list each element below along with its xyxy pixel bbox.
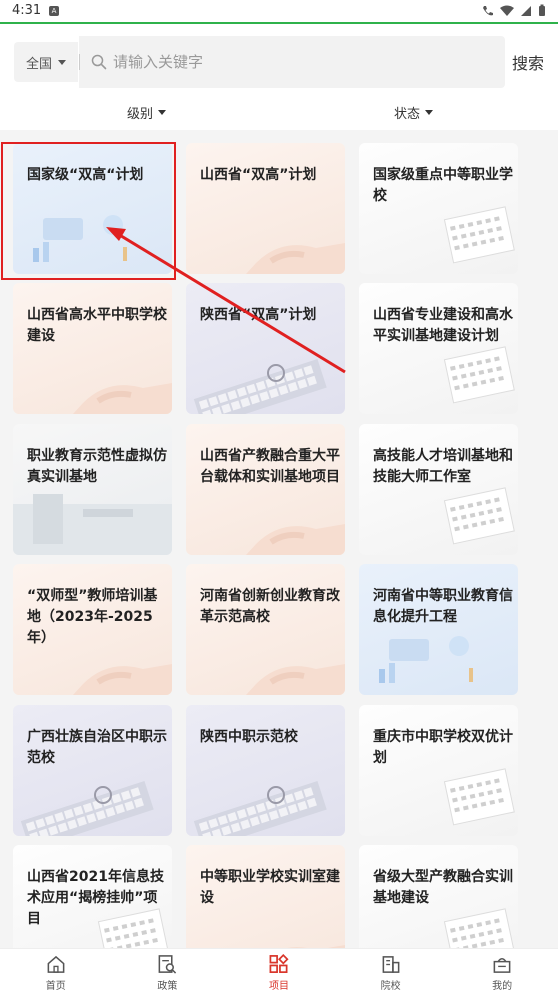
project-card[interactable]: 职业教育示范性虚拟仿真实训基地 (13, 424, 172, 555)
project-card[interactable]: 陕西省“双高”计划 (186, 283, 345, 414)
chevron-down-icon (425, 110, 434, 115)
project-card-title: 国家级重点中等职业学校 (373, 167, 513, 204)
signal-icon (521, 5, 531, 16)
home-icon (47, 955, 65, 973)
calendar-illustration-icon (443, 487, 515, 545)
level-filter[interactable]: 级别 (127, 103, 167, 122)
nav-item-4[interactable]: 我的 (446, 949, 558, 992)
project-card-title: 陕西中职示范校 (200, 729, 298, 745)
chevron-down-icon (58, 59, 67, 65)
search-divider (79, 54, 80, 70)
handshake-illustration-icon (246, 243, 345, 274)
project-card[interactable]: 陕西中职示范校 (186, 705, 345, 836)
nav-item-2[interactable]: 项目 (223, 949, 335, 992)
project-card[interactable]: 高技能人才培训基地和技能大师工作室 (359, 424, 518, 555)
status-icons (482, 4, 546, 17)
status-time: 4:31 (12, 3, 42, 18)
search-button[interactable]: 搜索 (512, 50, 544, 74)
search-icon (91, 54, 107, 70)
policy-search-icon (158, 955, 177, 974)
project-card-title: 河南省创新创业教育改革示范高校 (200, 588, 340, 625)
chevron-down-icon (158, 110, 167, 115)
handshake-illustration-icon (73, 383, 172, 414)
keyboard-illustration-icon (193, 781, 327, 836)
project-card-title: “双师型”教师培训基地（2023年-2025年） (27, 588, 158, 646)
project-card-title: 中等职业学校实训室建设 (200, 869, 340, 906)
chart-illustration-icon (379, 636, 473, 683)
project-grid-icon (269, 954, 289, 973)
nav-item-3[interactable]: 院校 (335, 949, 447, 992)
project-card-title: 重庆市中职学校双优计划 (373, 729, 513, 766)
nav-item-1[interactable]: 政策 (112, 949, 224, 992)
search-input[interactable] (113, 36, 493, 88)
project-card[interactable]: “双师型”教师培训基地（2023年-2025年） (13, 564, 172, 695)
project-card-title: 山西省产教融合重大平台载体和实训基地项目 (200, 448, 340, 485)
bottom-nav: 首页 政策 项目 院校 我的 (0, 948, 558, 992)
project-card-title: 山西省专业建设和高水平实训基地建设计划 (373, 307, 513, 344)
project-card-title: 河南省中等职业教育信息化提升工程 (373, 588, 513, 625)
battery-icon (539, 4, 545, 16)
project-card[interactable]: 山西省产教融合重大平台载体和实训基地项目 (186, 424, 345, 555)
keyboard-illustration-icon (193, 359, 327, 414)
nav-item-label: 项目 (268, 981, 289, 992)
status-bar: 4:31 A (0, 0, 558, 22)
project-card-title: 山西省“双高”计划 (200, 167, 317, 183)
profile-tray-icon (493, 958, 511, 973)
notification-badge: A (49, 6, 59, 16)
project-card-title: 山西省高水平中职学校建设 (27, 307, 167, 344)
nav-item-label: 院校 (380, 981, 401, 992)
project-card[interactable]: 山西省专业建设和高水平实训基地建设计划 (359, 283, 518, 414)
search-row: 全国 搜索 (0, 24, 558, 94)
nav-item-label: 我的 (492, 981, 513, 992)
project-card[interactable]: 山西省2021年信息技术应用“揭榜挂帅”项目 (13, 845, 172, 948)
project-card[interactable]: 山西省高水平中职学校建设 (13, 283, 172, 414)
annotation-highlight-box (1, 142, 176, 280)
region-label: 全国 (26, 56, 53, 72)
project-card-title: 广西壮族自治区中职示范校 (27, 729, 167, 766)
status-filter[interactable]: 状态 (394, 103, 434, 122)
handshake-illustration-icon (246, 664, 345, 695)
level-filter-label: 级别 (127, 107, 154, 122)
phone-icon (483, 5, 493, 15)
project-card[interactable]: 山西省“双高”计划 (186, 143, 345, 274)
project-card-title: 省级大型产教融合实训基地建设 (373, 869, 513, 906)
project-card-title: 高技能人才培训基地和技能大师工作室 (373, 448, 513, 485)
keyboard-illustration-icon (20, 781, 154, 836)
project-card[interactable]: 省级大型产教融合实训基地建设 (359, 845, 518, 948)
project-card-title: 陕西省“双高”计划 (200, 307, 317, 323)
project-card[interactable]: 河南省中等职业教育信息化提升工程 (359, 564, 518, 695)
calendar-illustration-icon (443, 346, 515, 404)
project-card[interactable]: 中等职业学校实训室建设 (186, 845, 345, 948)
filter-bar: 级别 状态 (0, 94, 558, 130)
calendar-illustration-icon (443, 768, 515, 826)
project-card[interactable]: 河南省创新创业教育改革示范高校 (186, 564, 345, 695)
wifi-icon (500, 5, 514, 16)
status-filter-label: 状态 (394, 107, 421, 122)
project-card[interactable]: 国家级重点中等职业学校 (359, 143, 518, 274)
nav-item-label: 政策 (157, 981, 178, 992)
calendar-illustration-icon (443, 206, 515, 264)
project-card-title: 职业教育示范性虚拟仿真实训基地 (27, 448, 167, 485)
project-card-title: 山西省2021年信息技术应用“揭榜挂帅”项目 (27, 869, 164, 927)
region-dropdown[interactable]: 全国 (14, 42, 78, 82)
handshake-illustration-icon (246, 524, 345, 555)
project-card[interactable]: 重庆市中职学校双优计划 (359, 705, 518, 836)
nav-item-0[interactable]: 首页 (0, 949, 112, 992)
office-illustration-icon (13, 494, 172, 555)
project-card[interactable]: 广西壮族自治区中职示范校 (13, 705, 172, 836)
nav-item-label: 首页 (45, 981, 66, 992)
school-building-icon (382, 956, 399, 973)
search-box (79, 36, 505, 88)
